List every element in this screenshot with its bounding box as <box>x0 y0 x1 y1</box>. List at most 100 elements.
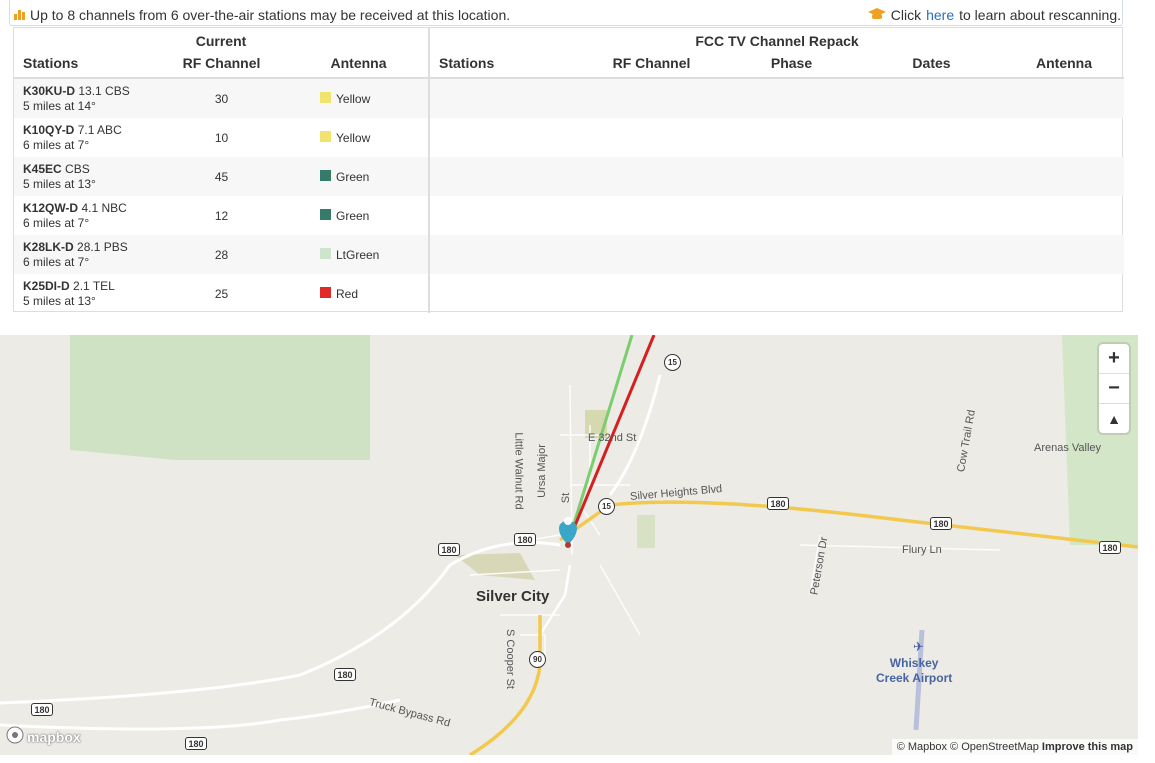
reception-notice: Up to 8 channels from 6 over-the-air sta… <box>9 0 1123 26</box>
bar-chart-icon <box>14 7 26 23</box>
map-attribution: © Mapbox © OpenStreetMap Improve this ma… <box>891 739 1138 755</box>
us180-shield: 180 <box>1099 541 1121 554</box>
table-row: K10QY-D 7.1 ABC 6 miles at 7° 10 Yellow <box>14 118 1124 157</box>
col-stations: Stations <box>14 49 154 79</box>
mapbox-logo[interactable]: mapbox <box>6 726 81 747</box>
antenna-label: Green <box>336 208 370 223</box>
station-callsign[interactable]: K45EC <box>23 162 62 176</box>
forest-area <box>70 335 370 460</box>
station-callsign[interactable]: K10QY-D <box>23 123 74 137</box>
col-dates: Dates <box>859 49 1004 79</box>
repack-empty-cell <box>1004 235 1124 274</box>
repack-empty-cell <box>579 78 724 118</box>
table-row: K12QW-D 4.1 NBC 6 miles at 7° 12 Green <box>14 196 1124 235</box>
repack-empty-cell <box>859 235 1004 274</box>
repack-empty-cell <box>724 118 859 157</box>
us180-shield: 180 <box>767 497 789 510</box>
table-row: K45EC CBS 5 miles at 13° 45 Green <box>14 157 1124 196</box>
us180-shield: 180 <box>930 517 952 530</box>
repack-empty-cell <box>579 157 724 196</box>
repack-empty-cell <box>1004 118 1124 157</box>
notice-right: Click here to learn about rescanning. <box>867 7 1121 23</box>
station-distance: 6 miles at 7° <box>23 137 90 152</box>
repack-empty-cell <box>429 118 579 157</box>
rf-channel-cell: 25 <box>214 286 229 301</box>
col-antenna: Antenna <box>289 49 430 79</box>
graduation-cap-icon <box>867 7 886 23</box>
compass-button[interactable]: ▲ <box>1099 404 1129 433</box>
repack-empty-cell <box>579 274 724 313</box>
col-repack-rf-channel: RF Channel <box>579 49 724 79</box>
us180-shield: 180 <box>438 543 460 556</box>
label-ursa-major: Ursa Major <box>535 444 548 498</box>
label-cooper: S Cooper St <box>503 629 516 689</box>
station-distance: 5 miles at 13° <box>23 176 96 191</box>
label-arenas-valley: Arenas Valley <box>1034 442 1102 454</box>
stations-table: Current FCC TV Channel Repack Stations R… <box>13 27 1124 313</box>
rf-channel-cell: 30 <box>154 78 289 118</box>
rf-channel-cell: 45 <box>154 157 289 196</box>
coverage-map[interactable]: ✈ Arenas Valley Silver Heights Blvd Flur… <box>0 335 1138 755</box>
station-channel: CBS <box>65 161 90 176</box>
improve-map-link[interactable]: Improve this map <box>1042 741 1133 753</box>
attribution-text[interactable]: © Mapbox © OpenStreetMap <box>897 741 1039 753</box>
repack-empty-cell <box>859 118 1004 157</box>
antenna-cell: Green <box>289 157 430 196</box>
repack-empty-cell <box>724 274 859 313</box>
label-little-walnut: Little Walnut Rd <box>512 432 525 510</box>
repack-empty-cell <box>1004 78 1124 118</box>
city-label: Silver City <box>476 588 550 605</box>
col-repack-antenna: Antenna <box>1004 49 1124 79</box>
station-cell: K28LK-D 28.1 PBS 6 miles at 7° <box>14 235 154 274</box>
repack-empty-cell <box>859 196 1004 235</box>
repack-empty-cell <box>579 235 724 274</box>
station-cell: K25DI-D 2.1 TEL 5 miles at 13° <box>14 274 154 313</box>
mapbox-icon <box>6 726 24 747</box>
station-channel: 28.1 PBS <box>77 239 128 254</box>
nm15-shield: 15 <box>664 354 681 371</box>
rescan-after-text: to learn about rescanning. <box>959 7 1121 23</box>
map-base: ✈ <box>0 335 1138 755</box>
station-channel: 7.1 ABC <box>77 122 122 137</box>
repack-empty-cell <box>724 78 859 118</box>
antenna-label: Yellow <box>336 91 371 106</box>
antenna-cell: Red <box>289 274 430 313</box>
mapbox-logo-text: mapbox <box>27 728 81 745</box>
antenna-color-swatch <box>320 131 331 143</box>
station-callsign[interactable]: K28LK-D <box>23 240 74 254</box>
station-callsign[interactable]: K25DI-D <box>23 279 70 293</box>
antenna-label: LtGreen <box>336 247 380 262</box>
station-distance: 6 miles at 7° <box>23 254 90 269</box>
antenna-color-swatch <box>320 248 331 260</box>
repack-empty-cell <box>1004 274 1124 313</box>
col-phase: Phase <box>724 49 859 79</box>
rescan-link[interactable]: here <box>926 7 954 23</box>
col-rf-channel: RF Channel <box>154 49 289 79</box>
zoom-out-button[interactable]: − <box>1099 374 1129 404</box>
station-cell: K30KU-D 13.1 CBS 5 miles at 14° <box>14 78 154 118</box>
antenna-color-swatch <box>320 287 331 299</box>
antenna-cell: Green <box>289 196 430 235</box>
repack-empty-cell <box>859 157 1004 196</box>
notice-text: Up to 8 channels from 6 over-the-air sta… <box>30 7 511 23</box>
zoom-in-button[interactable]: + <box>1099 344 1129 374</box>
station-callsign[interactable]: K12QW-D <box>23 201 78 215</box>
svg-text:✈: ✈ <box>913 640 924 655</box>
repack-empty-cell <box>429 274 579 313</box>
col-repack-stations: Stations <box>429 49 579 79</box>
rf-channel-cell: 28 <box>154 235 289 274</box>
repack-empty-cell <box>724 235 859 274</box>
repack-empty-cell <box>429 235 579 274</box>
antenna-label: Red <box>336 286 359 301</box>
antenna-cell: Yellow <box>289 118 430 157</box>
antenna-color-swatch <box>320 209 331 221</box>
repack-empty-cell <box>429 157 579 196</box>
airport-label-line1: Whiskey <box>889 656 939 670</box>
station-callsign[interactable]: K30KU-D <box>23 84 75 98</box>
station-distance: 5 miles at 13° <box>23 293 96 308</box>
click-text: Click <box>890 7 922 23</box>
repack-empty-cell <box>579 118 724 157</box>
us180-shield: 180 <box>31 703 53 716</box>
antenna-cell: LtGreen <box>289 235 430 274</box>
airport-label: Whiskey Creek Airport <box>876 656 952 686</box>
